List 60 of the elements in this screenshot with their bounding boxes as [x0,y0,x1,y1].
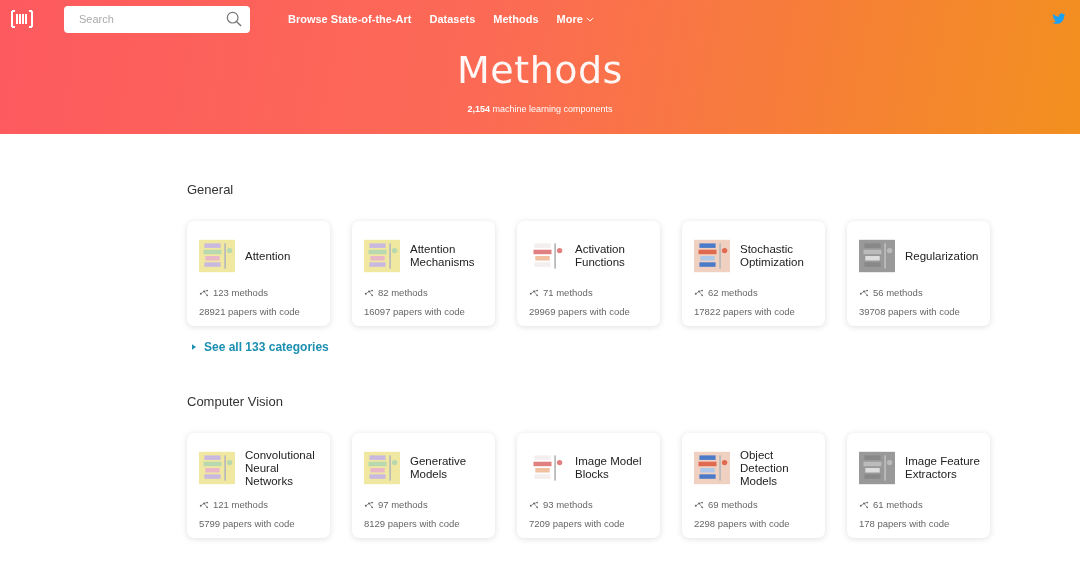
paper-count: 5799 papers with code [199,518,296,529]
paper-count: 178 papers with code [859,518,951,529]
category-name: Image Feature Extractors [905,455,980,481]
category-card[interactable]: Activation Functions 71 methods 29969 papers with code [517,221,660,326]
chevron-icon [585,16,594,22]
paper-count: 39708 papers with code [859,306,961,317]
category-name: Generative Models [410,455,468,481]
method-count: 71 methods [543,287,593,298]
category-name: Regularization [905,249,979,263]
nodes-icon [199,500,209,509]
method-count: 61 methods [873,499,923,510]
method-count: 56 methods [873,287,923,298]
category-card[interactable]: Object Detection Models 69 methods 2298 papers with code [682,433,825,538]
page-title: Methods [457,48,623,92]
search-icon[interactable] [226,10,242,27]
category-card[interactable]: Attention 123 methods 28921 papers with code [187,221,330,326]
nodes-icon [529,500,539,509]
nodes-icon [364,500,374,509]
logo-icon[interactable] [11,10,33,28]
category-card[interactable]: Regularization 56 methods 39708 papers with code [847,221,990,326]
see-all-link[interactable]: See all 133 categories [192,340,329,354]
nodes-icon [859,500,869,509]
category-name: Object Detection Models [740,448,790,488]
search-field[interactable]: Search [64,5,250,33]
method-count: 93 methods [543,499,593,510]
paper-count: 17822 papers with code [694,306,796,317]
paper-count: 7209 papers with code [529,518,626,529]
paper-count: 16097 papers with code [364,306,466,317]
method-count: 69 methods [708,499,758,510]
method-count: 82 methods [378,287,428,298]
paper-count: 28921 papers with code [199,306,301,317]
category-name: Attention Mechanisms [410,243,476,269]
paper-count: 2298 papers with code [694,518,791,529]
nodes-icon [694,288,704,297]
nodes-icon [529,288,539,297]
section-title: General [187,182,235,197]
category-card[interactable]: Convolutional Neural Networks 121 methods 5799 papers with code [187,433,330,538]
nodes-icon [694,500,704,509]
paper-count: 8129 papers with code [364,518,461,529]
page-subtitle: 2,154 machine learning components [467,104,613,114]
category-card[interactable]: Image Feature Extractors 61 methods 178 papers with code [847,433,990,538]
category-name: Activation Functions [575,243,626,269]
method-count: 62 methods [708,287,758,298]
nodes-icon [859,288,869,297]
category-card[interactable]: Stochastic Optimization 62 methods 17822 papers with code [682,221,825,326]
nodes-icon [364,288,374,297]
category-card[interactable]: Generative Models 97 methods 8129 papers with code [352,433,495,538]
nodes-icon [199,288,209,297]
category-card[interactable]: Attention Mechanisms 82 methods 16097 papers with code [352,221,495,326]
method-count: 97 methods [378,499,428,510]
section-title: Computer Vision [187,394,284,409]
category-name: Convolutional Neural Networks [245,448,316,488]
caret-icon [192,344,196,350]
category-name: Image Model Blocks [575,455,643,481]
method-count: 123 methods [213,287,268,298]
category-card[interactable]: Image Model Blocks 93 methods 7209 papers with code [517,433,660,538]
paper-count: 29969 papers with code [529,306,631,317]
category-name: Attention [245,249,291,263]
method-count: 121 methods [213,499,268,510]
category-name: Stochastic Optimization [740,243,805,269]
